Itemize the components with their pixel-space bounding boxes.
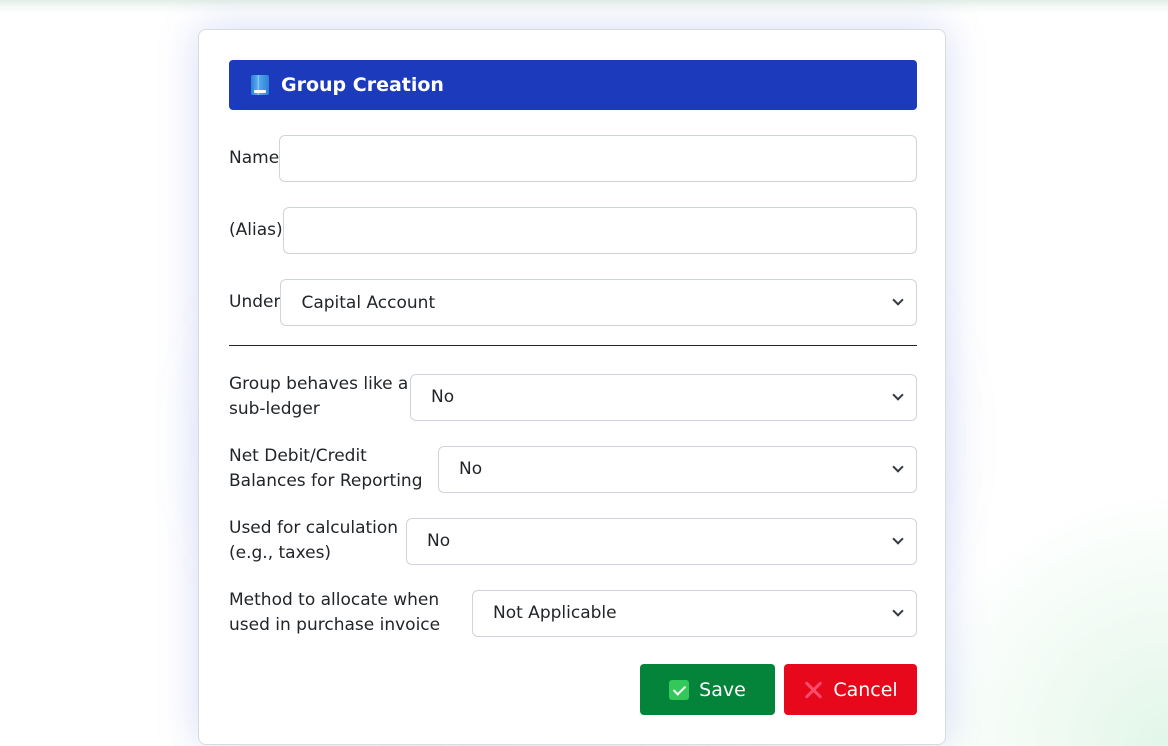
net-balances-row: Net Debit/Credit Balances for Reporting …: [229, 444, 917, 494]
section-divider: [229, 345, 917, 346]
check-icon: [669, 679, 690, 700]
alias-input[interactable]: [282, 207, 917, 254]
background-accent: [908, 486, 1168, 746]
name-row: Name: [229, 135, 917, 182]
under-select-value: Capital Account: [301, 292, 436, 313]
allocate-select-value: Not Applicable: [493, 603, 617, 623]
alias-row: (Alias): [229, 207, 917, 254]
subledger-select[interactable]: No: [410, 373, 917, 421]
net-balances-label: Net Debit/Credit Balances for Reporting: [229, 446, 423, 491]
calculation-row: Used for calculation (e.g., taxes) No: [229, 516, 917, 566]
form-title: Group Creation: [281, 74, 444, 96]
save-label: Save: [699, 678, 746, 701]
save-button[interactable]: Save: [640, 664, 775, 715]
under-row: Under Capital Account: [229, 279, 917, 326]
x-icon: [803, 680, 823, 700]
under-label: Under: [229, 292, 281, 312]
chevron-down-icon: [892, 604, 904, 617]
subledger-select-value: No: [431, 387, 455, 407]
name-input[interactable]: [279, 135, 917, 182]
subledger-label: Group behaves like a sub-ledger: [229, 374, 409, 419]
calculation-select[interactable]: No: [406, 517, 917, 565]
cancel-button[interactable]: Cancel: [784, 664, 917, 715]
allocate-label: Method to allocate when used in purchase…: [229, 590, 441, 635]
allocate-row: Method to allocate when used in purchase…: [229, 588, 917, 638]
calculation-label: Used for calculation (e.g., taxes): [229, 518, 399, 563]
calculation-select-value: No: [427, 531, 451, 551]
cancel-label: Cancel: [833, 678, 898, 701]
chevron-down-icon: [892, 460, 904, 473]
allocate-select[interactable]: Not Applicable: [472, 589, 917, 637]
net-balances-select-value: No: [459, 459, 483, 479]
under-select[interactable]: Capital Account: [280, 279, 917, 326]
chevron-down-icon: [892, 532, 904, 545]
chevron-down-icon: [892, 294, 904, 306]
form-header: Group Creation: [229, 60, 917, 110]
group-creation-card: Group Creation Name (Alias) Under Capita…: [198, 29, 946, 745]
alias-label: (Alias): [229, 220, 283, 240]
net-balances-select[interactable]: No: [438, 445, 917, 493]
name-label: Name: [229, 148, 280, 168]
chevron-down-icon: [892, 388, 904, 401]
subledger-row: Group behaves like a sub-ledger No: [229, 372, 917, 422]
book-icon: [251, 75, 269, 95]
